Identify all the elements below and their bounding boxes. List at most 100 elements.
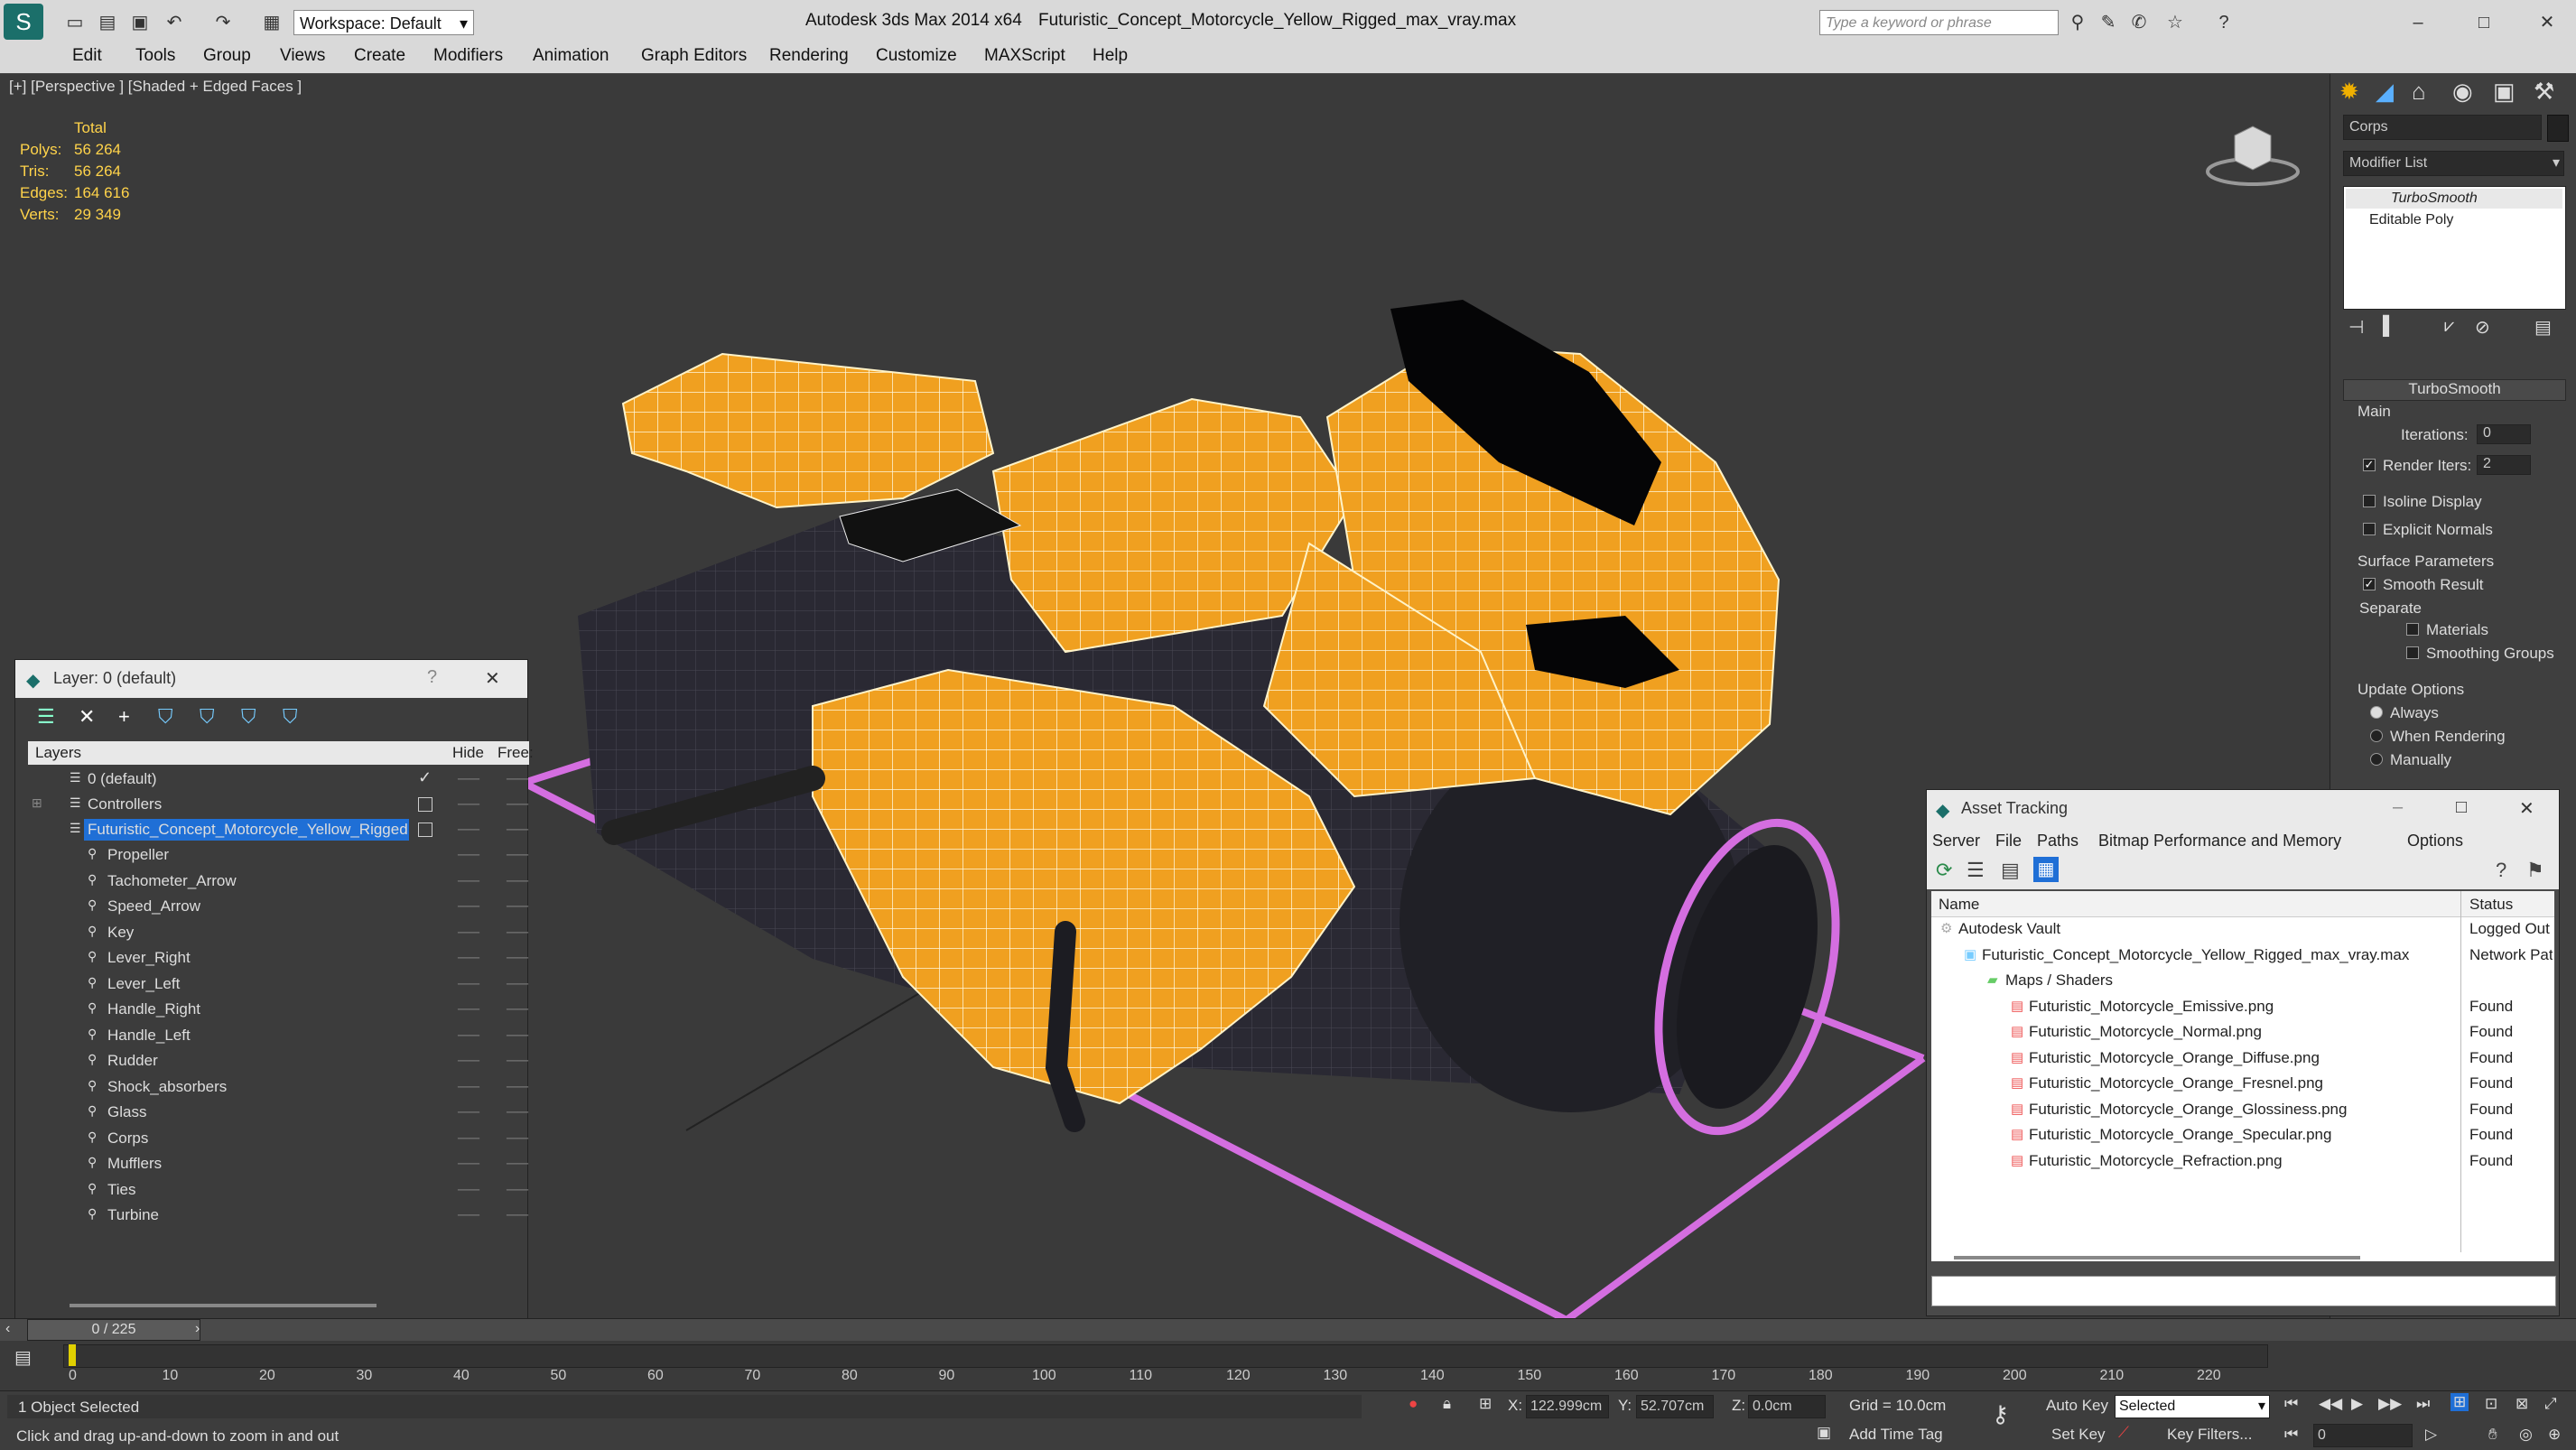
hide-toggle[interactable]: ── xyxy=(458,1078,479,1096)
help-icon[interactable]: ? xyxy=(2496,859,2506,882)
delete-layer-icon[interactable]: ✕ xyxy=(79,705,95,729)
go-to-start-icon[interactable]: ⏮ xyxy=(2284,1395,2298,1413)
list-view-icon[interactable]: ☰ xyxy=(1967,859,1985,882)
freeze-toggle[interactable]: ── xyxy=(507,846,528,864)
new-file-icon[interactable]: ▭ xyxy=(63,11,87,34)
timeline[interactable]: ‹ 0 / 225 › ▤ 0 10 20 30 40 50 60 70 80 90 100 110 1… xyxy=(0,1318,2576,1391)
hide-toggle[interactable]: ── xyxy=(458,897,479,916)
smooth-result-checkbox[interactable]: ✓ xyxy=(2363,578,2376,590)
previous-frame-icon[interactable]: ◀◀ xyxy=(2319,1395,2342,1413)
asset-horizontal-scrollbar[interactable] xyxy=(1954,1256,2360,1259)
asset-menu-bitmap-performance[interactable]: Bitmap Performance and Memory xyxy=(2098,832,2341,850)
hide-all-icon[interactable]: ⛉ xyxy=(241,705,256,729)
asset-menu-server[interactable]: Server xyxy=(1932,832,1980,850)
modify-tab-icon[interactable]: ◢ xyxy=(2376,78,2394,106)
new-layer-icon[interactable]: ☰ xyxy=(37,705,55,729)
freeze-toggle[interactable]: ── xyxy=(507,1027,528,1045)
freeze-toggle[interactable]: ── xyxy=(507,1052,528,1070)
object-name-field[interactable]: Corps xyxy=(2343,115,2542,140)
hide-toggle[interactable]: ── xyxy=(458,1103,479,1121)
next-frame-icon[interactable]: ▶▶ xyxy=(2378,1395,2402,1413)
layer-object-row[interactable]: ⚲ Handle_Right ── ── xyxy=(28,999,534,1022)
menu-customize[interactable]: Customize xyxy=(876,46,957,66)
manually-radio[interactable] xyxy=(2370,753,2383,766)
turbosmooth-rollout-header[interactable]: TurboSmooth xyxy=(2343,379,2566,401)
key-filters-button[interactable]: Key Filters... xyxy=(2167,1426,2252,1444)
hide-toggle[interactable]: ── xyxy=(458,1000,479,1018)
stack-item-editable-poly[interactable]: Editable Poly xyxy=(2346,210,2562,230)
menu-animation[interactable]: Animation xyxy=(533,46,609,66)
mini-curve-editor-icon[interactable]: ▤ xyxy=(14,1346,32,1369)
maximize-icon[interactable]: □ xyxy=(2456,797,2467,818)
add-to-layer-icon[interactable]: + xyxy=(118,705,130,729)
help-icon[interactable]: ? xyxy=(427,667,437,688)
explicit-normals-checkbox[interactable] xyxy=(2363,523,2376,535)
hide-toggle[interactable]: ── xyxy=(458,1155,479,1173)
motion-tab-icon[interactable]: ◉ xyxy=(2452,78,2473,106)
select-in-layer-icon[interactable]: ⛉ xyxy=(158,705,173,729)
menu-rendering[interactable]: Rendering xyxy=(769,46,849,66)
always-radio[interactable] xyxy=(2370,706,2383,719)
isoline-display-checkbox[interactable] xyxy=(2363,495,2376,507)
x-coordinate-field[interactable]: 122.999cm xyxy=(1526,1395,1609,1418)
freeze-toggle[interactable]: ── xyxy=(507,1103,528,1121)
freeze-toggle[interactable]: ── xyxy=(507,949,528,967)
isolate-icon[interactable]: ● xyxy=(1409,1395,1418,1413)
walk-through-icon[interactable]: ⊕ xyxy=(2548,1426,2561,1444)
hide-toggle[interactable]: ── xyxy=(458,795,479,813)
status-column-header[interactable]: Status xyxy=(2469,896,2513,914)
layer-object-row[interactable]: ⚲ Mufflers ── ── xyxy=(28,1153,534,1176)
hide-column-header[interactable]: Hide xyxy=(452,744,484,762)
lock-selection-icon[interactable]: 🔒︎ xyxy=(1443,1395,1451,1413)
hide-toggle[interactable]: ── xyxy=(458,846,479,864)
render-iters-spinner[interactable]: 2 xyxy=(2477,455,2531,475)
viewport-label[interactable]: [+] [Perspective ] [Shaded + Edged Faces… xyxy=(9,78,302,96)
render-iters-checkbox[interactable]: ✓ xyxy=(2363,459,2376,471)
hide-toggle[interactable]: ── xyxy=(458,924,479,942)
expand-icon[interactable]: ⊞ xyxy=(32,795,42,811)
highlight-layer-icon[interactable]: ⛉ xyxy=(200,705,215,729)
freeze-toggle[interactable]: ── xyxy=(507,1000,528,1018)
close-icon[interactable]: ✕ xyxy=(2519,797,2534,820)
modifier-list-dropdown[interactable]: Modifier List ▾ xyxy=(2343,151,2564,176)
freeze-all-icon[interactable]: ⛉ xyxy=(283,705,298,729)
hide-toggle[interactable]: ── xyxy=(458,975,479,993)
configure-sets-icon[interactable]: ▤ xyxy=(2534,316,2552,339)
binoculars-icon[interactable]: ⚲ xyxy=(2066,11,2089,34)
menu-views[interactable]: Views xyxy=(280,46,325,66)
freeze-toggle[interactable]: ── xyxy=(507,1181,528,1199)
go-to-end-icon[interactable]: ⏭ xyxy=(2416,1395,2430,1413)
make-unique-icon[interactable]: ⩗ xyxy=(2444,316,2454,337)
current-frame-field[interactable]: 0 xyxy=(2313,1424,2413,1447)
name-column-header[interactable]: Name xyxy=(1939,896,1979,914)
undo-icon[interactable]: ↶ xyxy=(163,11,186,34)
menu-graph-editors[interactable]: Graph Editors xyxy=(641,46,747,66)
current-frame-marker[interactable] xyxy=(69,1344,76,1366)
layer-object-row[interactable]: ⚲ Handle_Left ── ── xyxy=(28,1025,534,1048)
hide-toggle[interactable]: ── xyxy=(458,1206,479,1224)
layer-object-row[interactable]: ⚲ Lever_Left ── ── xyxy=(28,973,534,997)
layer-object-row[interactable]: ⚲ Rudder ── ── xyxy=(28,1050,534,1074)
freeze-toggle[interactable]: ── xyxy=(507,1155,528,1173)
active-layer-check-icon[interactable]: ✓ xyxy=(418,768,432,787)
maximize-icon[interactable]: □ xyxy=(2472,11,2496,34)
set-key-icon[interactable]: ⟋ xyxy=(2118,1424,2129,1442)
hide-toggle[interactable]: ── xyxy=(458,821,479,839)
time-config-icon[interactable]: ▷ xyxy=(2425,1426,2437,1444)
hide-toggle[interactable]: ── xyxy=(458,872,479,890)
layer-object-row[interactable]: ⚲ Turbine ── ── xyxy=(28,1204,534,1228)
asset-menu-paths[interactable]: Paths xyxy=(2037,832,2078,850)
freeze-toggle[interactable]: ── xyxy=(507,975,528,993)
pin-stack-icon[interactable]: ⊣ xyxy=(2348,316,2364,339)
communication-icon[interactable]: ✆ xyxy=(2127,11,2151,34)
hierarchy-tab-icon[interactable]: ⌂ xyxy=(2412,78,2426,106)
add-time-tag-label[interactable]: Add Time Tag xyxy=(1849,1426,1943,1444)
absolute-mode-icon[interactable]: ⊞ xyxy=(1479,1395,1492,1413)
favorites-star-icon[interactable]: ☆ xyxy=(2163,11,2187,34)
close-icon[interactable]: ✕ xyxy=(485,667,500,690)
app-logo[interactable]: S xyxy=(4,4,43,40)
layer-row-controllers[interactable]: ⊞ ☰ Controllers ── ── xyxy=(28,794,534,817)
layer-object-row[interactable]: ⚲ Speed_Arrow ── ── xyxy=(28,896,534,919)
layer-list-scrollbar[interactable] xyxy=(70,1304,377,1307)
freeze-toggle[interactable]: ── xyxy=(507,770,528,788)
